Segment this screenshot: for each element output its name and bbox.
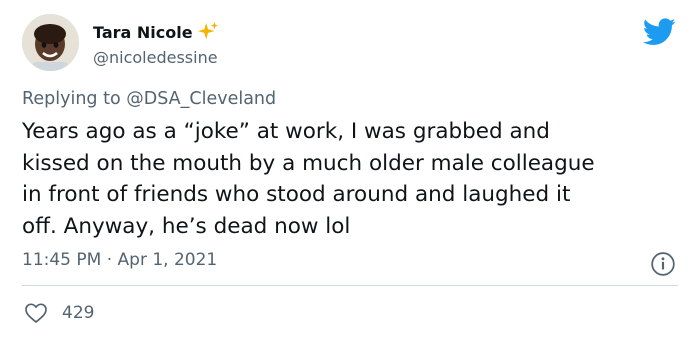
replying-to: Replying to @DSA_Cleveland — [22, 89, 276, 109]
display-name[interactable]: Tara Nicole — [93, 23, 193, 42]
heart-icon — [25, 303, 47, 323]
avatar-image — [22, 14, 79, 71]
divider — [22, 285, 678, 286]
tweet-timestamp[interactable]: 11:45 PM · Apr 1, 2021 — [22, 250, 217, 270]
twitter-bird-icon[interactable] — [643, 18, 676, 46]
replying-to-label: Replying to — [22, 89, 121, 109]
sparkles-icon — [197, 21, 218, 40]
author-name-row: Tara Nicole — [93, 21, 219, 43]
reply-mention-link[interactable]: @DSA_Cleveland — [126, 89, 276, 109]
tweet-text: Years ago as a “joke” at work, I was gra… — [22, 119, 595, 239]
info-icon[interactable] — [650, 251, 676, 277]
user-handle[interactable]: @nicoledessine — [93, 48, 218, 67]
tweet-card: Tara Nicole @nicoledessine Replying to @… — [0, 0, 700, 341]
like-button[interactable]: 429 — [24, 302, 94, 324]
like-count: 429 — [62, 303, 95, 323]
avatar[interactable] — [22, 14, 79, 71]
